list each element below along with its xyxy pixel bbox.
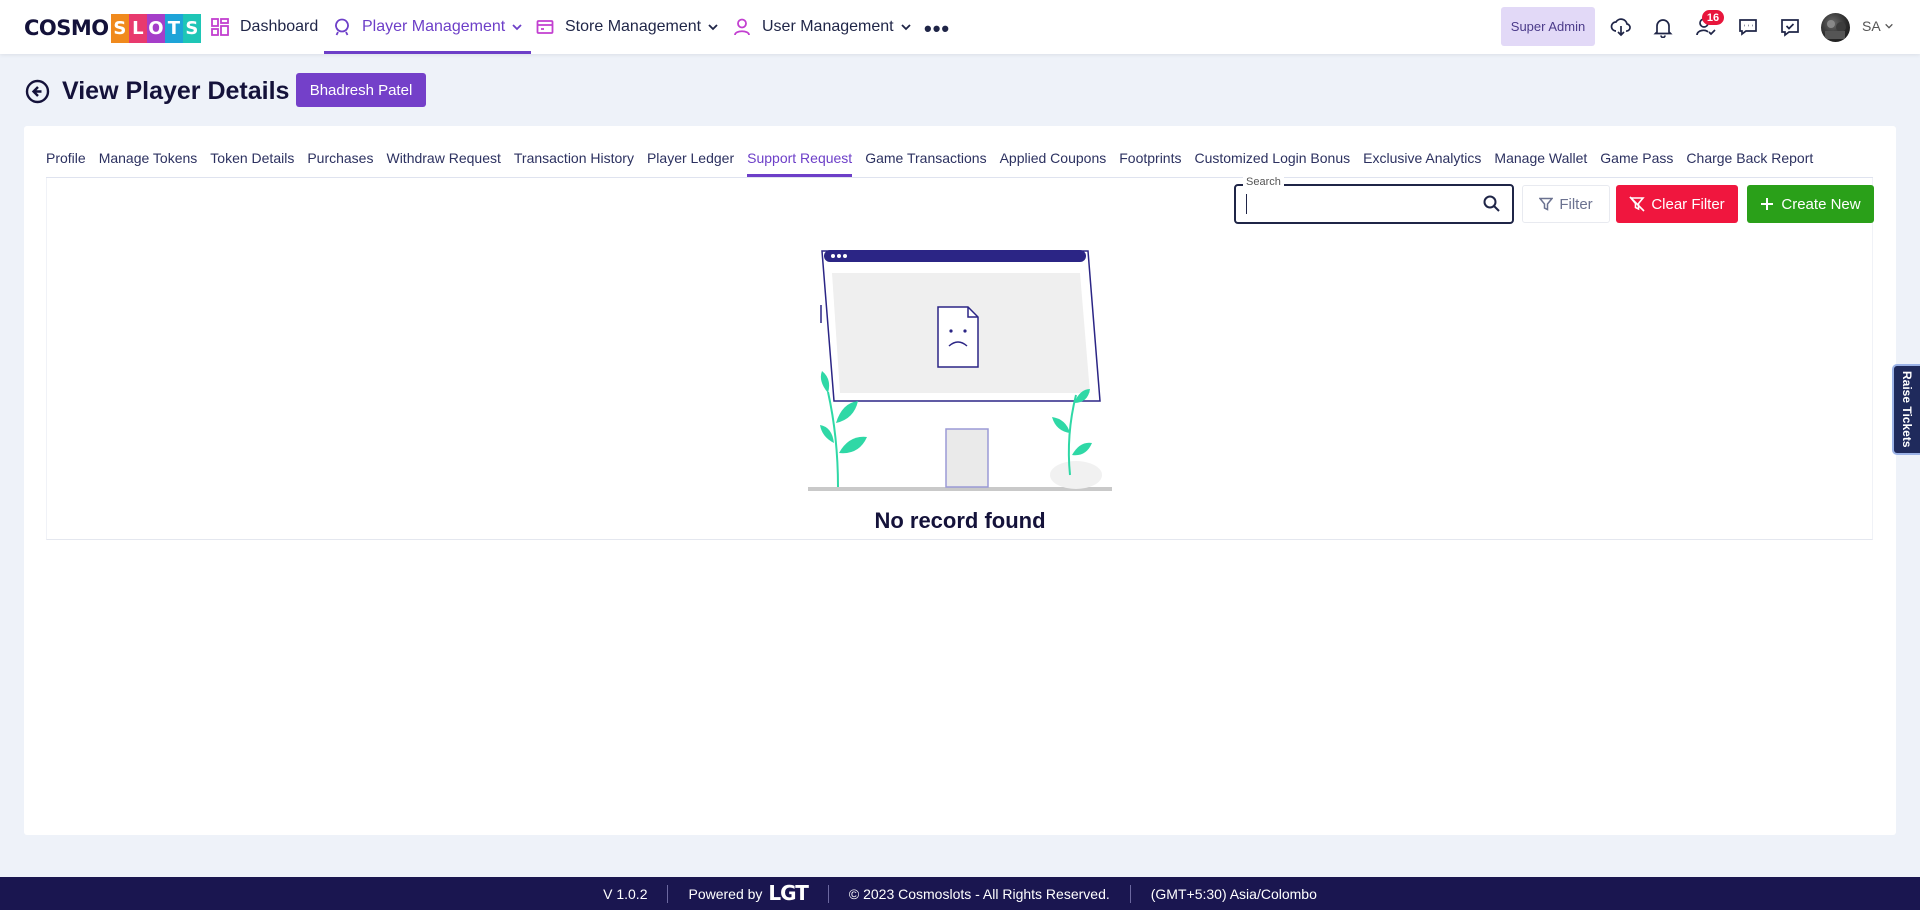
raise-tickets-tab[interactable]: Raise Tickets — [1892, 364, 1920, 455]
plus-icon — [1761, 198, 1774, 210]
clear-filter-icon — [1629, 196, 1646, 212]
clear-filter-button[interactable]: Clear Filter — [1616, 185, 1738, 223]
nav-item-label: Store Management — [565, 18, 702, 35]
filter-button-label: Filter — [1559, 195, 1593, 213]
empty-state-illustration — [808, 250, 1112, 491]
message-check-icon[interactable] — [1779, 16, 1801, 38]
player-tabs: Profile Manage Tokens Token Details Purc… — [46, 150, 1826, 178]
logo-letter: S — [110, 13, 129, 43]
footer: V 1.0.2 Powered by LGT © 2023 Cosmoslots… — [0, 877, 1920, 910]
logo-letter: O — [146, 13, 165, 43]
filter-button[interactable]: Filter — [1522, 185, 1610, 223]
chevron-down-icon — [512, 24, 522, 31]
nav-item-user-management[interactable]: User Management — [732, 0, 912, 54]
page-header: View Player Details — [24, 75, 289, 107]
top-navbar: COSMO S L O T S Dashboard Player Managem… — [0, 0, 1920, 54]
dashboard-grid-icon — [210, 17, 230, 37]
notification-count-badge: 16 — [1702, 10, 1724, 25]
copyright-text: © 2023 Cosmoslots - All Rights Reserved. — [848, 885, 1110, 902]
search-icon[interactable] — [1481, 193, 1503, 215]
nav-item-label: Dashboard — [240, 18, 319, 35]
user-icon — [732, 17, 752, 37]
more-menu-icon[interactable]: ••• — [924, 16, 950, 42]
tab-withdraw-request[interactable]: Withdraw Request — [386, 150, 500, 178]
nav-item-label: User Management — [762, 18, 894, 35]
bell-icon[interactable] — [1652, 16, 1674, 38]
tab-token-details[interactable]: Token Details — [210, 150, 294, 178]
powered-by-text: Powered by — [688, 885, 763, 902]
user-avatar[interactable] — [1821, 13, 1850, 42]
logo-letter: T — [164, 13, 183, 43]
chevron-down-icon — [900, 24, 911, 31]
lgt-logo: LGT — [768, 880, 808, 905]
tab-footprints[interactable]: Footprints — [1119, 150, 1181, 178]
raise-tickets-label: Raise Tickets — [1900, 371, 1914, 448]
tab-charge-back-report[interactable]: Charge Back Report — [1686, 150, 1813, 178]
store-icon — [535, 17, 555, 37]
chevron-down-icon — [708, 24, 718, 31]
nav-item-dashboard[interactable]: Dashboard — [210, 0, 318, 54]
logo-letter: S — [182, 13, 201, 43]
logo-text-slots: S L O T S — [110, 13, 201, 43]
tab-player-ledger[interactable]: Player Ledger — [647, 150, 734, 178]
role-badge: Super Admin — [1501, 7, 1595, 46]
footer-divider — [1129, 884, 1131, 903]
tab-transaction-history[interactable]: Transaction History — [514, 150, 634, 178]
user-menu-toggle[interactable]: SA — [1862, 18, 1894, 34]
back-arrow-icon[interactable] — [24, 78, 50, 104]
chevron-down-icon — [1884, 23, 1893, 29]
tab-customized-login-bonus[interactable]: Customized Login Bonus — [1194, 150, 1350, 178]
tab-game-transactions[interactable]: Game Transactions — [865, 150, 986, 178]
chat-icon[interactable] — [1737, 16, 1759, 38]
tab-exclusive-analytics[interactable]: Exclusive Analytics — [1363, 150, 1481, 178]
clear-filter-button-label: Clear Filter — [1651, 195, 1725, 213]
tab-game-pass[interactable]: Game Pass — [1600, 150, 1673, 178]
footer-divider — [667, 884, 669, 903]
empty-state-message: No record found — [874, 508, 1046, 533]
footer-divider — [827, 884, 829, 903]
nav-item-label: Player Management — [362, 18, 506, 35]
cosmoslots-logo[interactable]: COSMO S L O T S — [24, 13, 201, 43]
create-new-button-label: Create New — [1781, 195, 1861, 213]
cloud-download-icon[interactable] — [1610, 16, 1632, 38]
tab-manage-tokens[interactable]: Manage Tokens — [99, 150, 198, 178]
timezone-text: (GMT+5:30) Asia/Colombo — [1150, 885, 1317, 902]
search-input[interactable] — [1244, 190, 1474, 218]
logo-letter: L — [128, 13, 147, 43]
tab-manage-wallet[interactable]: Manage Wallet — [1494, 150, 1587, 178]
tab-profile[interactable]: Profile — [46, 150, 86, 178]
logo-text-cosmo: COSMO — [24, 16, 109, 40]
filter-icon — [1539, 197, 1554, 211]
app-version: V 1.0.2 — [603, 885, 648, 902]
page-title: View Player Details — [62, 76, 290, 105]
create-new-button[interactable]: Create New — [1747, 185, 1874, 223]
user-initials: SA — [1862, 18, 1881, 34]
search-label: Search — [1243, 176, 1284, 188]
player-icon — [332, 17, 352, 37]
nav-item-player-management[interactable]: Player Management — [323, 0, 532, 54]
tab-support-request[interactable]: Support Request — [747, 150, 853, 178]
player-name-badge: Bhadresh Patel — [296, 73, 426, 107]
nav-item-store-management[interactable]: Store Management — [535, 0, 719, 54]
text-caret — [1246, 194, 1247, 214]
tab-applied-coupons[interactable]: Applied Coupons — [1000, 150, 1107, 178]
tab-purchases[interactable]: Purchases — [307, 150, 373, 178]
